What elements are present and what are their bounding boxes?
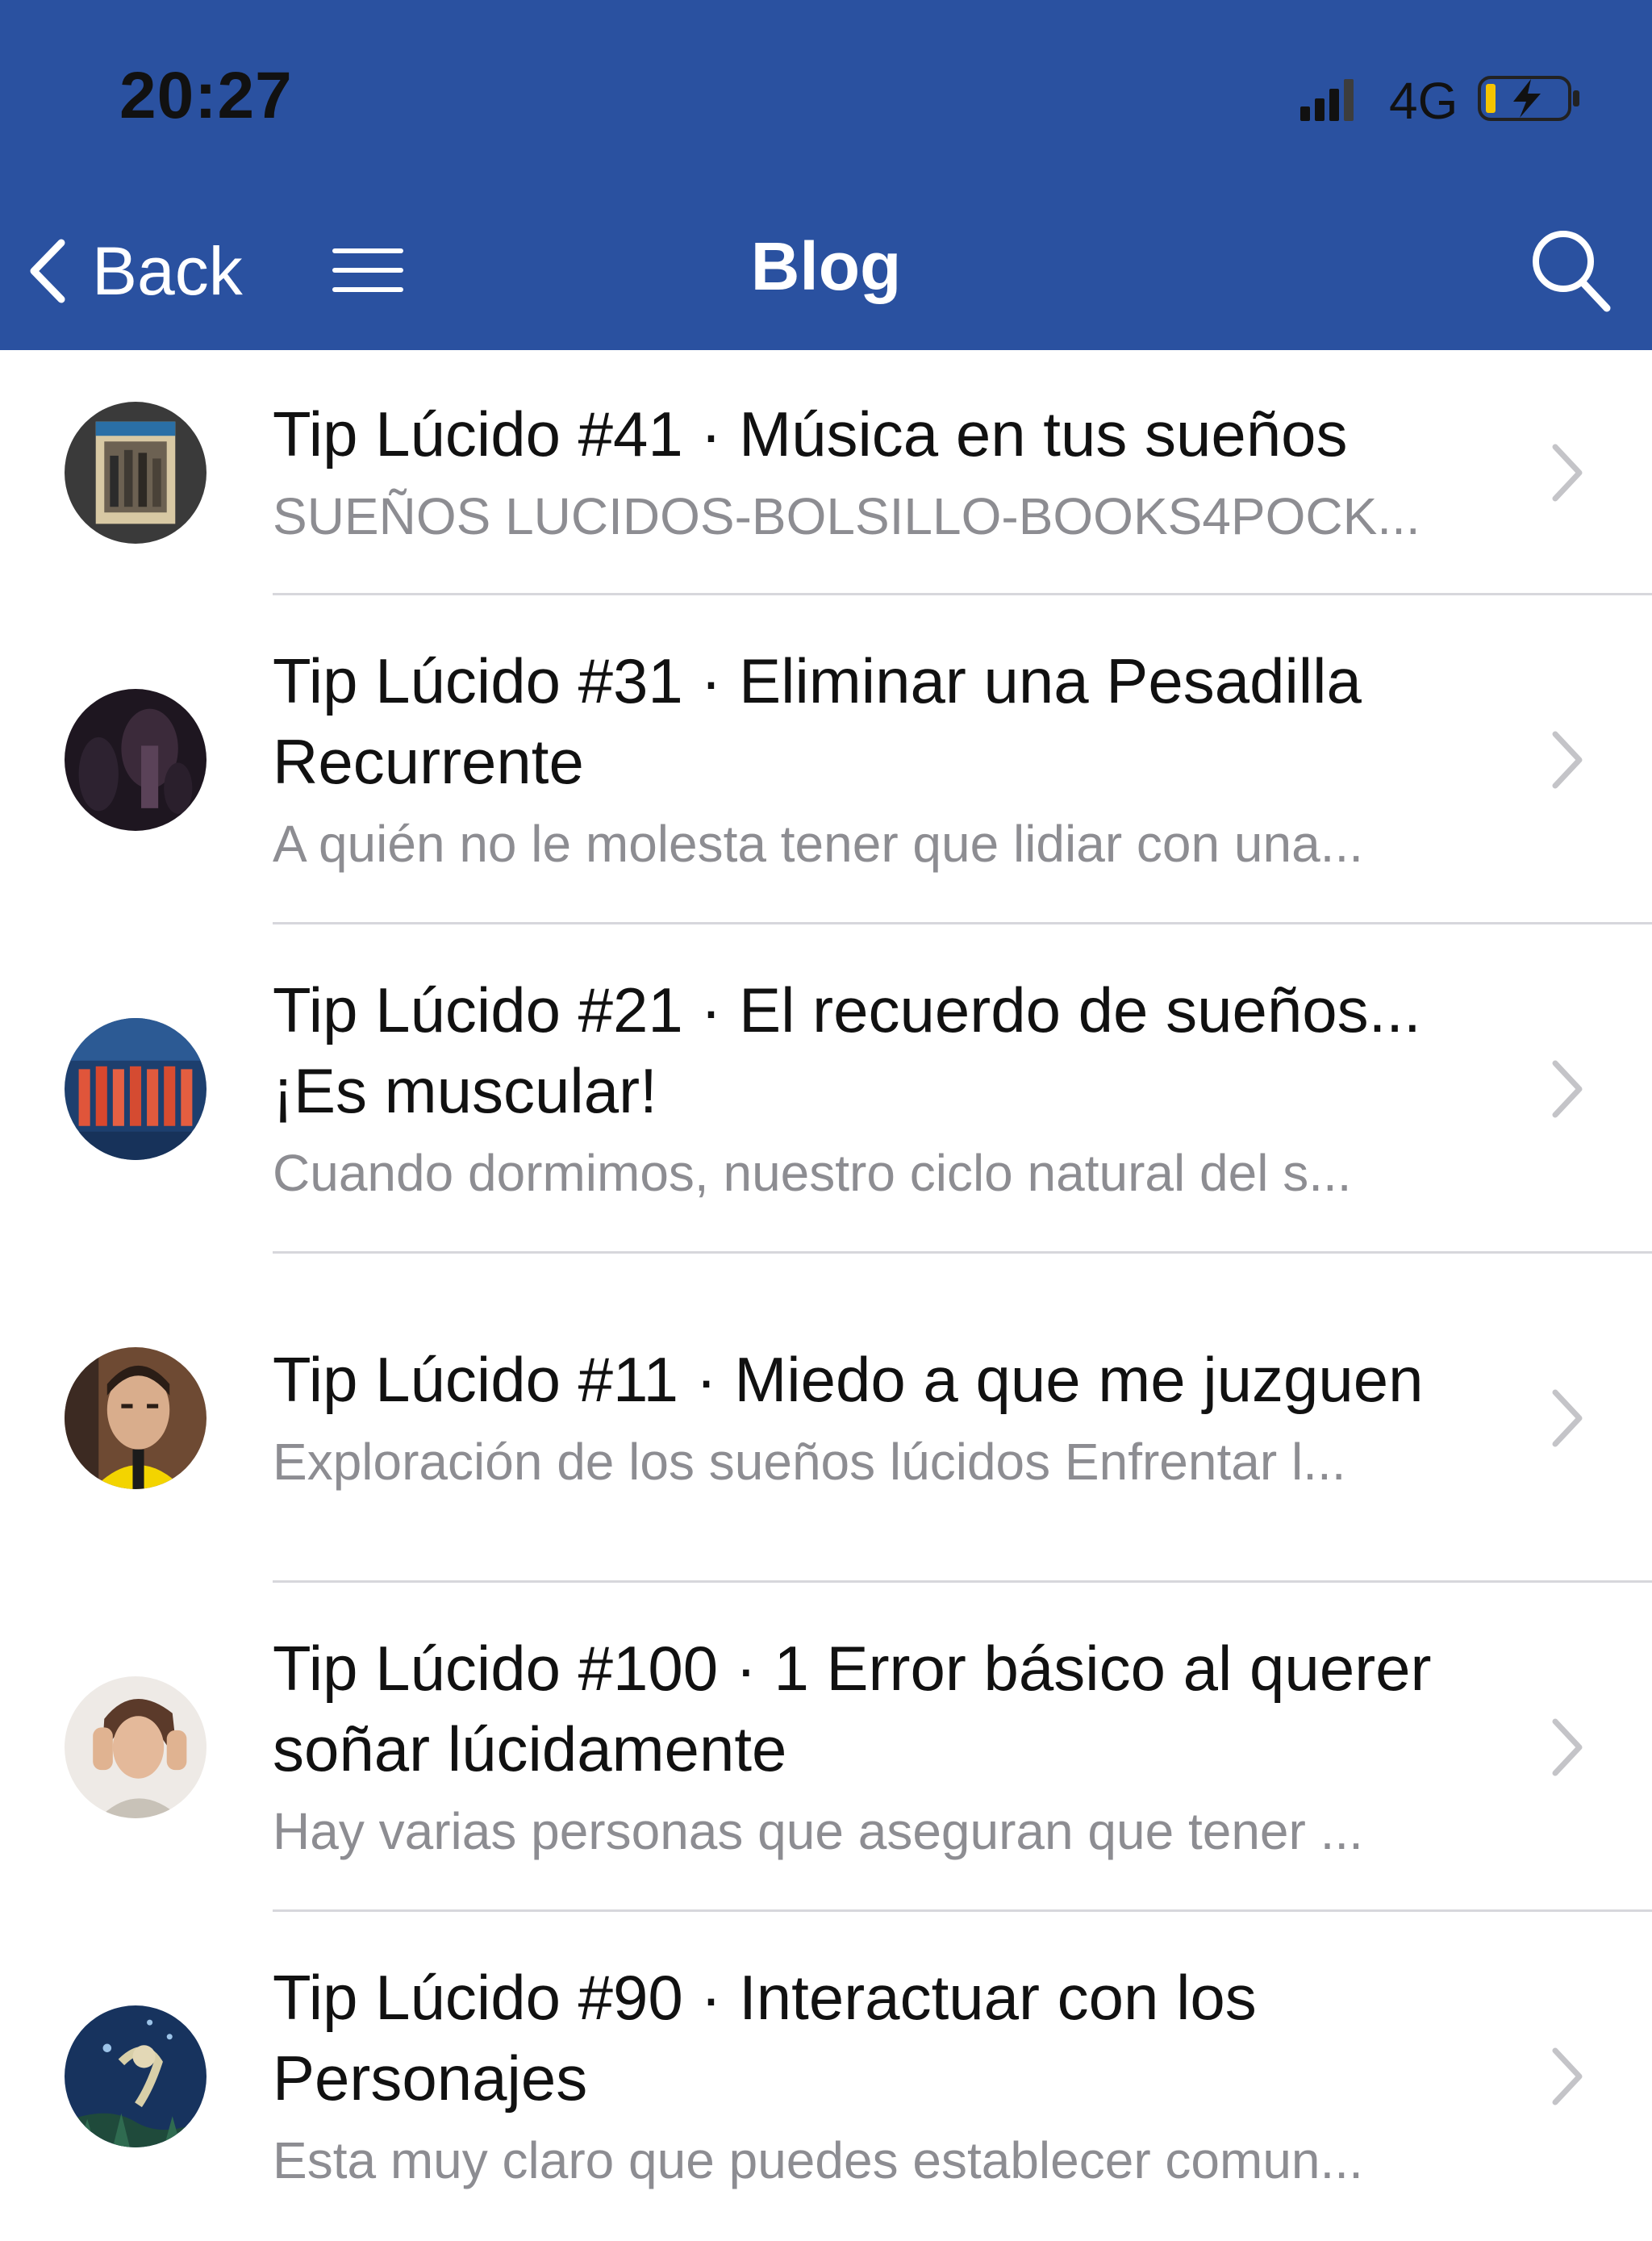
post-excerpt: A quién no le molesta tener que lidiar c… xyxy=(273,815,1363,873)
post-excerpt: Esta muy claro que puedes establecer com… xyxy=(273,2131,1363,2189)
portrait-image xyxy=(65,1347,206,1489)
dream-illustration-image xyxy=(65,2005,206,2147)
blog-post-list: Tip Lúcido #41 · Música en tus sueños SU… xyxy=(0,350,1652,2241)
post-title: Tip Lúcido #21 · El recuerdo de sueños..… xyxy=(273,974,1421,1126)
chevron-right-icon xyxy=(1552,1389,1583,1447)
list-item[interactable]: Tip Lúcido #11 · Miedo a que me juzguen … xyxy=(0,1254,1652,1583)
header: 20:27 4G Back Blog xyxy=(0,0,1652,350)
list-item[interactable]: Tip Lúcido #41 · Música en tus sueños SU… xyxy=(0,350,1652,595)
chevron-right-icon xyxy=(1552,731,1583,789)
chevron-right-icon xyxy=(1552,2047,1583,2105)
post-thumbnail xyxy=(65,1347,206,1489)
post-text: Tip Lúcido #41 · Música en tus sueños SU… xyxy=(273,394,1483,552)
post-thumbnail xyxy=(65,1018,206,1160)
status-time: 20:27 xyxy=(119,59,293,132)
list-item[interactable]: Tip Lúcido #100 · 1 Error básico al quer… xyxy=(0,1583,1652,1912)
post-excerpt: Exploración de los sueños lúcidos Enfren… xyxy=(273,1433,1346,1491)
chevron-right-icon xyxy=(1552,444,1583,502)
chevron-right-icon xyxy=(1552,1060,1583,1118)
post-thumbnail xyxy=(65,2005,206,2147)
post-thumbnail xyxy=(65,402,206,544)
list-item[interactable]: Tip Lúcido #31 · Eliminar una Pesadilla … xyxy=(0,595,1652,924)
signal-strength-icon xyxy=(1300,79,1354,121)
battery-charging-icon xyxy=(1478,76,1579,121)
post-title: Tip Lúcido #41 · Música en tus sueños xyxy=(273,399,1348,469)
page-title: Blog xyxy=(750,228,902,304)
list-item[interactable]: Tip Lúcido #90 · Interactuar con los Per… xyxy=(0,1912,1652,2241)
post-text: Tip Lúcido #31 · Eliminar una Pesadilla … xyxy=(273,641,1483,879)
post-excerpt: Hay varias personas que aseguran que ten… xyxy=(273,1802,1363,1860)
post-title: Tip Lúcido #31 · Eliminar una Pesadilla … xyxy=(273,645,1362,797)
post-title: Tip Lúcido #90 · Interactuar con los Per… xyxy=(273,1962,1257,2114)
dark-figure-image xyxy=(65,689,206,831)
post-thumbnail xyxy=(65,1676,206,1818)
woman-headache-image xyxy=(65,1676,206,1818)
post-text: Tip Lúcido #100 · 1 Error básico al quer… xyxy=(273,1628,1483,1867)
post-text: Tip Lúcido #90 · Interactuar con los Per… xyxy=(273,1957,1483,2196)
navigation-bar: Back Blog xyxy=(0,194,1652,350)
status-bar: 20:27 4G xyxy=(0,0,1652,194)
chevron-right-icon xyxy=(1552,1718,1583,1776)
crowd-image xyxy=(65,1018,206,1160)
post-thumbnail xyxy=(65,689,206,831)
list-item[interactable]: Tip Lúcido #21 · El recuerdo de sueños..… xyxy=(0,924,1652,1254)
post-text: Tip Lúcido #11 · Miedo a que me juzguen … xyxy=(273,1339,1483,1497)
search-icon[interactable] xyxy=(1525,221,1613,318)
post-text: Tip Lúcido #21 · El recuerdo de sueños..… xyxy=(273,970,1483,1208)
album-cover-image xyxy=(65,402,206,544)
post-excerpt: Cuando dormimos, nuestro ciclo natural d… xyxy=(273,1144,1352,1202)
post-title: Tip Lúcido #11 · Miedo a que me juzguen xyxy=(273,1344,1424,1415)
post-title: Tip Lúcido #100 · 1 Error básico al quer… xyxy=(273,1633,1432,1784)
post-excerpt: SUEÑOS LUCIDOS-BOLSILLO-BOOKS4POCK... xyxy=(273,487,1420,545)
network-type: 4G xyxy=(1389,72,1458,130)
